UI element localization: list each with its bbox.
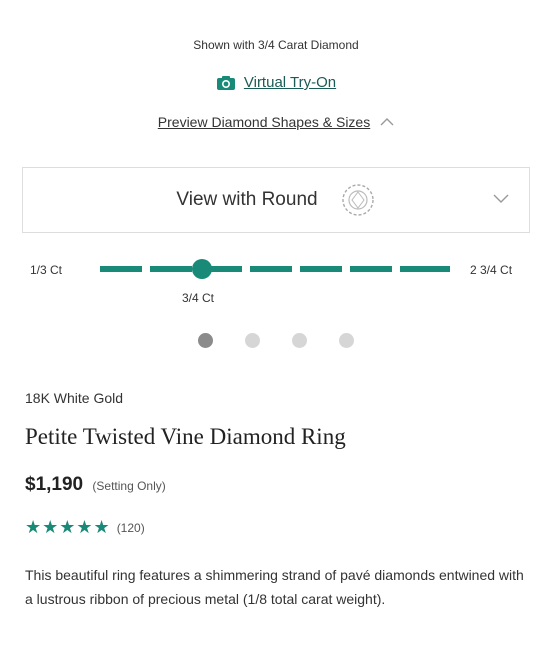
carousel-dot[interactable] [245, 333, 260, 348]
metal-type: 18K White Gold [25, 390, 124, 406]
camera-icon [216, 75, 235, 90]
round-diamond-icon [341, 184, 374, 216]
product-description: This beautiful ring features a shimmerin… [25, 567, 524, 607]
carousel-dot[interactable] [339, 333, 354, 348]
virtual-try-on-label: Virtual Try-On [243, 74, 337, 91]
carousel-dot[interactable] [198, 333, 213, 348]
carousel-dot[interactable] [292, 333, 307, 348]
shape-select-dropdown[interactable]: View with Round [22, 167, 530, 233]
product-title: Petite Twisted Vine Diamond Ring [25, 424, 346, 449]
preview-shapes-label: Preview Diamond Shapes & Sizes [157, 114, 371, 130]
product-price: $1,190 (Setting Only) [25, 474, 166, 496]
product-rating[interactable]: ★★★★★ (120) [25, 517, 145, 538]
slider-track[interactable] [100, 266, 450, 272]
chevron-down-icon [493, 194, 509, 203]
slider-thumb[interactable] [192, 259, 212, 279]
rating-count: (120) [116, 520, 145, 535]
preview-shapes-toggle[interactable]: Preview Diamond Shapes & Sizes [0, 114, 552, 130]
carat-size-slider[interactable]: 1/3 Ct 2 3/4 Ct 3/4 Ct [0, 253, 552, 313]
slider-current-label: 3/4 Ct [182, 291, 215, 305]
slider-max-label: 2 3/4 Ct [470, 263, 513, 277]
shown-with-caption: Shown with 3/4 Carat Diamond [193, 38, 359, 52]
slider-min-label: 1/3 Ct [30, 263, 63, 277]
star-rating-icon: ★★★★★ [25, 517, 111, 537]
shape-select-label: View with Round [176, 189, 318, 210]
chevron-up-icon [380, 118, 394, 126]
virtual-try-on-link[interactable]: Virtual Try-On [0, 74, 552, 91]
price-note: (Setting Only) [92, 479, 166, 493]
price-value: $1,190 [25, 474, 84, 495]
image-carousel-dots [0, 333, 552, 348]
